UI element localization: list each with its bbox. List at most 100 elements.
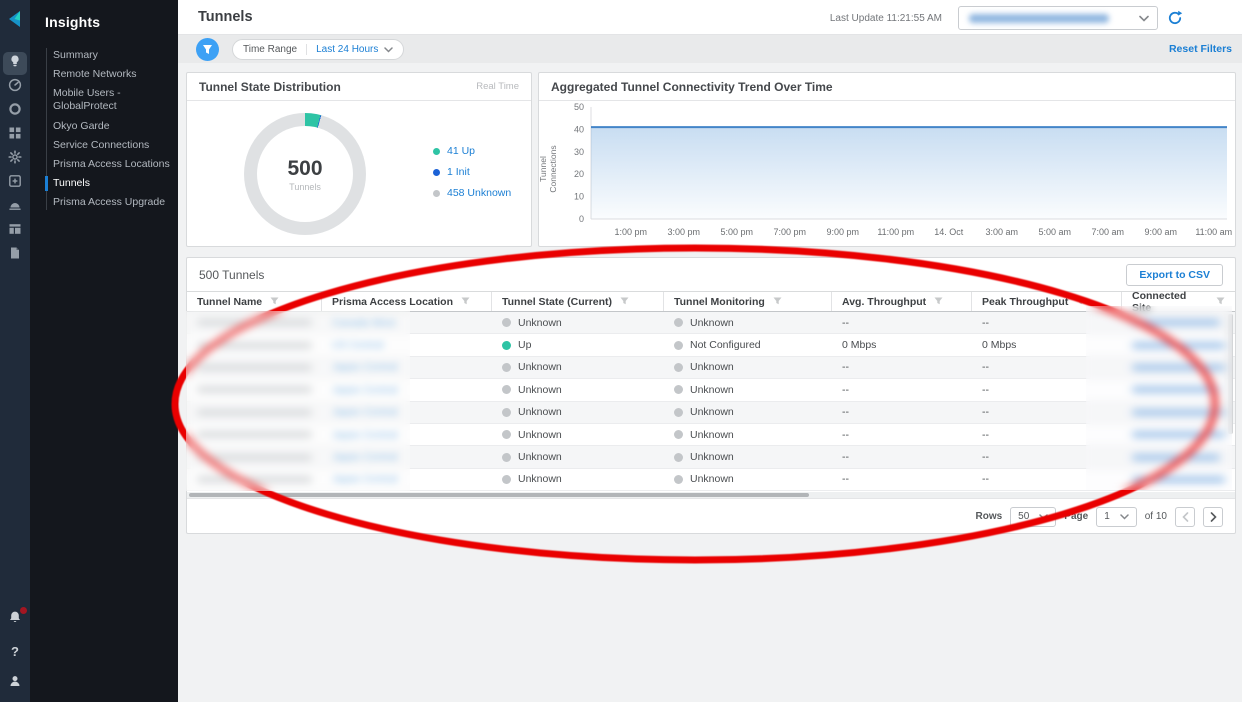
reset-filters-link[interactable]: Reset Filters: [1169, 43, 1232, 55]
table-row[interactable]: Japan CentralUnknownUnknown----: [187, 469, 1235, 491]
previous-page-button[interactable]: [1175, 507, 1195, 527]
vertical-scrollbar-thumb[interactable]: [1228, 314, 1233, 434]
rows-per-page-select[interactable]: 50: [1010, 507, 1056, 527]
column-filter-icon[interactable]: [773, 296, 782, 308]
connected-site-redacted[interactable]: [1132, 430, 1225, 439]
column-filter-icon[interactable]: [934, 296, 943, 308]
legend-item-unknown[interactable]: 458 Unknown: [433, 187, 511, 199]
rail-item-report-file-icon[interactable]: [3, 244, 27, 267]
column-filter-icon[interactable]: [461, 296, 470, 308]
legend-item-up[interactable]: 41 Up: [433, 145, 511, 157]
cell-prisma-access-location[interactable]: Japan Central: [322, 406, 492, 418]
column-header-tunnel-name[interactable]: Tunnel Name: [187, 292, 322, 311]
column-header-peak-throughput[interactable]: Peak Throughput: [972, 292, 1122, 311]
cell-prisma-access-location[interactable]: Japan Central: [322, 473, 492, 485]
sidebar-item-summary[interactable]: Summary: [30, 46, 178, 65]
rail-item-notifications-bell-icon[interactable]: [4, 608, 26, 630]
peak-throughput-value: --: [982, 406, 989, 418]
horizontal-scrollbar-thumb[interactable]: [189, 493, 809, 497]
avg-throughput-value: 0 Mbps: [842, 339, 876, 351]
connected-site-redacted[interactable]: [1132, 385, 1220, 394]
cell-avg-throughput: --: [832, 406, 972, 418]
prisma-access-location-link[interactable]: Japan Central: [332, 384, 397, 396]
tunnel-state-donut-chart[interactable]: 500 Tunnels: [244, 113, 366, 235]
cell-prisma-access-location[interactable]: Japan Central: [322, 451, 492, 463]
tunnel-state-text: Unknown: [518, 317, 562, 329]
table-row[interactable]: Japan CentralUnknownUnknown----: [187, 402, 1235, 424]
prisma-access-logo[interactable]: [3, 7, 27, 31]
column-header-tunnel-monitoring[interactable]: Tunnel Monitoring: [664, 292, 832, 311]
connected-site-redacted[interactable]: [1132, 408, 1225, 417]
cell-prisma-access-location[interactable]: US Central: [322, 339, 492, 351]
connected-site-redacted[interactable]: [1132, 453, 1220, 462]
cell-avg-throughput: --: [832, 317, 972, 329]
connected-site-redacted[interactable]: [1132, 318, 1220, 327]
table-row[interactable]: Japan CentralUnknownUnknown----: [187, 357, 1235, 379]
sidebar-item-prisma-access-upgrade[interactable]: Prisma Access Upgrade: [30, 193, 178, 212]
table-row[interactable]: US CentralUpNot Configured0 Mbps0 Mbps: [187, 334, 1235, 356]
prisma-access-location-link[interactable]: Japan Central: [332, 473, 397, 485]
table-row[interactable]: Japan CentralUnknownUnknown----: [187, 424, 1235, 446]
sidebar-item-prisma-access-locations[interactable]: Prisma Access Locations: [30, 155, 178, 174]
rail-item-dashboard-gauge-icon[interactable]: [3, 76, 27, 99]
column-filter-icon[interactable]: [1216, 296, 1225, 308]
rail-item-user-person-icon[interactable]: [4, 672, 26, 694]
sidebar-item-remote-networks[interactable]: Remote Networks: [30, 65, 178, 84]
rail-item-add-widget-icon[interactable]: [3, 172, 27, 195]
filter-funnel-button[interactable]: [196, 38, 219, 61]
rail-item-alerts-lamp-icon[interactable]: [3, 196, 27, 219]
sidebar-item-mobile-users-globalprotect[interactable]: Mobile Users - GlobalProtect: [30, 84, 178, 116]
prisma-access-location-link[interactable]: US Central: [332, 339, 383, 351]
rail-item-help-question-icon[interactable]: ?: [4, 640, 26, 662]
cell-prisma-access-location[interactable]: Japan Central: [322, 361, 492, 373]
column-header-connected-site[interactable]: Connected Site: [1122, 292, 1235, 311]
svg-text:3:00 am: 3:00 am: [985, 227, 1018, 237]
prisma-access-location-link[interactable]: Japan Central: [332, 361, 397, 373]
avg-throughput-value: --: [842, 317, 849, 329]
column-filter-icon[interactable]: [620, 296, 629, 308]
cell-prisma-access-location[interactable]: Canada West: [322, 317, 492, 329]
rail-item-insights-lightbulb-icon[interactable]: [3, 52, 27, 75]
prisma-access-location-link[interactable]: Canada West: [332, 317, 395, 329]
connected-site-redacted[interactable]: [1132, 341, 1225, 350]
connected-site-redacted[interactable]: [1132, 475, 1225, 484]
tunnel-monitoring-dot: [674, 318, 683, 327]
cell-prisma-access-location[interactable]: Japan Central: [322, 429, 492, 441]
time-range-label: Time Range: [243, 44, 307, 55]
sidebar-item-tunnels[interactable]: Tunnels: [30, 174, 178, 193]
next-page-button[interactable]: [1203, 507, 1223, 527]
rail-item-ring-icon[interactable]: [3, 100, 27, 123]
rail-item-layout-panels-icon[interactable]: [3, 220, 27, 243]
rail-item-settings-gear-icon[interactable]: [3, 148, 27, 171]
instance-selector-dropdown[interactable]: [958, 6, 1158, 30]
rail-item-apps-grid-icon[interactable]: [3, 124, 27, 147]
tunnel-monitoring-dot: [674, 430, 683, 439]
sidebar-item-service-connections[interactable]: Service Connections: [30, 136, 178, 155]
connected-site-redacted[interactable]: [1132, 363, 1225, 372]
sidebar-item-okyo-garde[interactable]: Okyo Garde: [30, 117, 178, 136]
legend-dot: [433, 190, 440, 197]
prisma-access-location-link[interactable]: Japan Central: [332, 429, 397, 441]
page-count-text: of 10: [1145, 511, 1167, 522]
time-range-filter[interactable]: Time Range Last 24 Hours: [232, 39, 404, 60]
prisma-access-location-link[interactable]: Japan Central: [332, 406, 397, 418]
tunnel-state-text: Up: [518, 339, 531, 351]
column-header-avg-throughput[interactable]: Avg. Throughput: [832, 292, 972, 311]
cell-avg-throughput: --: [832, 361, 972, 373]
cell-prisma-access-location[interactable]: Japan Central: [322, 384, 492, 396]
column-filter-icon[interactable]: [1076, 296, 1085, 308]
column-header-prisma-access-location[interactable]: Prisma Access Location: [322, 292, 492, 311]
table-row[interactable]: Japan CentralUnknownUnknown----: [187, 379, 1235, 401]
export-to-csv-button[interactable]: Export to CSV: [1126, 264, 1223, 286]
refresh-icon[interactable]: [1166, 9, 1184, 27]
column-filter-icon[interactable]: [270, 296, 279, 308]
top-header-bar: Tunnels Last Update 11:21:55 AM: [178, 0, 1242, 35]
legend-item-init[interactable]: 1 Init: [433, 166, 511, 178]
table-row[interactable]: Japan CentralUnknownUnknown----: [187, 446, 1235, 468]
app-rail: ?: [0, 0, 30, 702]
column-header-tunnel-state-current-[interactable]: Tunnel State (Current): [492, 292, 664, 311]
page-select[interactable]: 1: [1096, 507, 1137, 527]
table-row[interactable]: Canada WestUnknownUnknown----: [187, 312, 1235, 334]
prisma-access-location-link[interactable]: Japan Central: [332, 451, 397, 463]
svg-text:5:00 pm: 5:00 pm: [720, 227, 753, 237]
